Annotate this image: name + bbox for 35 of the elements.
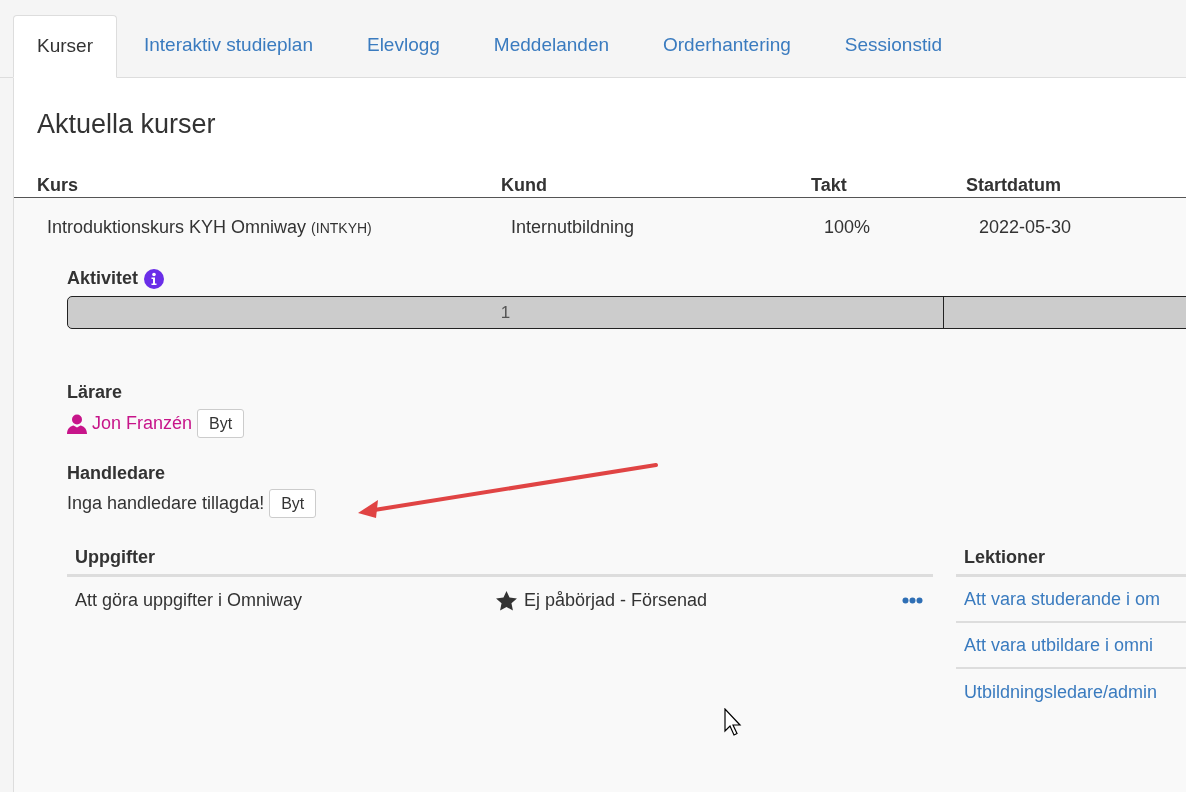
section-label: Lärare [67, 382, 123, 402]
section-label: Lektioner [964, 545, 1046, 569]
page-heading: Aktuella kurser [37, 111, 216, 138]
lesson-link[interactable]: Att vara studerande i om [964, 585, 1161, 613]
table-cell: 2022-05-30 [979, 216, 1072, 237]
user-icon [67, 413, 87, 434]
tab[interactable]: Interaktiv studieplan [116, 14, 340, 77]
more-icon[interactable] [902, 597, 923, 604]
tab[interactable]: Elevlogg [339, 14, 467, 77]
tab[interactable]: Meddelanden [466, 14, 636, 77]
change-button[interactable]: Byt [197, 409, 245, 438]
section-label: Aktivitet [67, 267, 138, 290]
teacher-link[interactable]: Jon Franzén [92, 410, 193, 437]
empty-message: Inga handledare tillagda! [67, 492, 265, 515]
column-header: Startdatum [966, 175, 1061, 195]
tab[interactable]: Kurser [13, 15, 117, 78]
lesson-link[interactable]: Att vara utbildare i omni [964, 631, 1154, 659]
task-name: Att göra uppgifter i Omniway [75, 589, 304, 612]
lesson-link[interactable]: Utbildningsledare/admin [964, 678, 1158, 706]
cursor-icon [724, 708, 744, 736]
section-label: Uppgifter [75, 545, 155, 569]
tab[interactable]: Orderhantering [636, 14, 818, 77]
task-status: Ej påbörjad - Försenad [524, 589, 709, 612]
table-cell: 100% [824, 216, 871, 237]
section-label: Handledare [67, 463, 166, 483]
table-cell: Internutbildning [511, 216, 635, 237]
star-icon [496, 590, 517, 611]
column-header: Kund [501, 175, 547, 195]
change-button[interactable]: Byt [269, 489, 317, 518]
tab[interactable]: Sessionstid [817, 14, 969, 77]
column-header: Takt [811, 175, 847, 195]
column-header: Kurs [37, 175, 78, 195]
info-icon[interactable] [144, 268, 164, 289]
course-name: Introduktionskurs KYH Omniway (INTKYH) [47, 216, 372, 237]
segment-label: 1 [500, 301, 511, 324]
